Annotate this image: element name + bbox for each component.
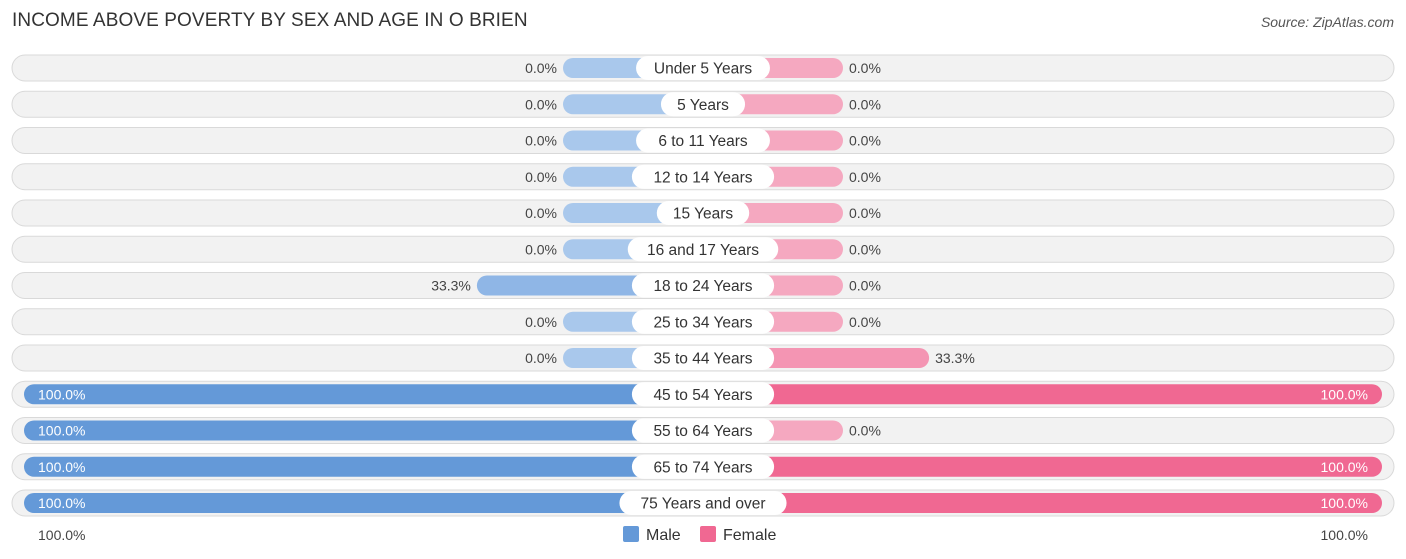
category-label: 45 to 54 Years (653, 387, 752, 404)
category-label: 12 to 14 Years (653, 169, 752, 186)
category-label: Under 5 Years (654, 61, 752, 78)
legend: Male Female (623, 526, 776, 544)
bar-row: 0.0% 0.0% 15 Years (11, 199, 1395, 227)
legend-swatch-female (700, 526, 716, 542)
male-value-label: 0.0% (525, 60, 557, 76)
category-label: 6 to 11 Years (658, 133, 748, 150)
female-value-label: 100.0% (1321, 459, 1368, 475)
bar-row: 0.0% 0.0% 12 to 14 Years (11, 163, 1395, 191)
female-value-label: 100.0% (1321, 386, 1368, 402)
female-value-label: 0.0% (849, 314, 881, 330)
male-value-label: 100.0% (38, 386, 85, 402)
male-value-label: 100.0% (38, 495, 85, 511)
female-value-label: 0.0% (849, 60, 881, 76)
male-value-label: 33.3% (431, 278, 471, 294)
axis-label-left: 100.0% (38, 527, 85, 543)
bar-row: 0.0% 33.3% 35 to 44 Years (11, 344, 1395, 372)
female-bar[interactable] (691, 456, 1382, 477)
male-value-label: 0.0% (525, 96, 557, 112)
female-value-label: 0.0% (849, 423, 881, 439)
legend-label-female: Female (723, 527, 776, 544)
bar-row: 100.0% 100.0% 75 Years and over (11, 489, 1395, 517)
bar-row: 0.0% 0.0% 5 Years (11, 90, 1395, 118)
bar-row: 33.3% 0.0% 18 to 24 Years (11, 272, 1395, 299)
female-value-label: 0.0% (849, 96, 881, 112)
female-value-label: 0.0% (849, 278, 881, 294)
category-label: 55 to 64 Years (653, 423, 752, 440)
legend-swatch-male (623, 526, 639, 542)
female-value-label: 33.3% (935, 350, 975, 366)
category-label: 25 to 34 Years (653, 314, 752, 331)
axis-label-right: 100.0% (1321, 527, 1368, 543)
legend-label-male: Male (646, 527, 681, 544)
female-value-label: 0.0% (849, 169, 881, 185)
category-label: 75 Years and over (641, 496, 766, 513)
category-label: 15 Years (673, 206, 734, 223)
male-value-label: 100.0% (38, 423, 85, 439)
chart-canvas: 0.0% 0.0%Under 5 Years0.0% 0.0%5 Years0.0%… (11, 54, 1395, 544)
male-bar[interactable] (24, 493, 715, 513)
category-label: 35 to 44 Years (653, 351, 752, 368)
bar-row: 100.0% 100.0% 65 to 74 Years (11, 453, 1395, 481)
female-value-label: 0.0% (849, 133, 881, 149)
male-value-label: 0.0% (525, 314, 557, 330)
male-value-label: 0.0% (525, 169, 557, 185)
category-label: 65 to 74 Years (653, 459, 752, 476)
bar-row: 0.0% 0.0% 16 and 17 Years (11, 235, 1395, 263)
chart-rows: 0.0% 0.0%Under 5 Years0.0% 0.0%5 Years0.0%… (11, 54, 1395, 517)
male-value-label: 0.0% (525, 241, 557, 257)
male-bar[interactable] (24, 384, 715, 405)
bar-row: 0.0% 0.0% 25 to 34 Years (11, 308, 1395, 336)
male-bar[interactable] (24, 456, 715, 477)
bar-row: 100.0% 100.0% 45 to 54 Years (11, 380, 1395, 408)
male-value-label: 0.0% (525, 350, 557, 366)
male-value-label: 100.0% (38, 459, 85, 475)
category-label: 16 and 17 Years (647, 242, 759, 259)
male-bar[interactable] (24, 420, 715, 441)
male-value-label: 0.0% (525, 133, 557, 149)
category-label: 18 to 24 Years (653, 278, 752, 295)
female-value-label: 100.0% (1321, 495, 1368, 511)
female-value-label: 0.0% (849, 241, 881, 257)
female-value-label: 0.0% (849, 205, 881, 221)
bar-row: 100.0% 0.0% 55 to 64 Years (11, 417, 1395, 444)
bar-row: 0.0% 0.0% 6 to 11 Years (11, 127, 1395, 154)
bar-row: 0.0% 0.0% Under 5 Years (11, 54, 1395, 82)
female-bar[interactable] (691, 384, 1382, 405)
female-bar[interactable] (691, 493, 1382, 513)
male-value-label: 0.0% (525, 205, 557, 221)
category-label: 5 Years (677, 97, 729, 114)
